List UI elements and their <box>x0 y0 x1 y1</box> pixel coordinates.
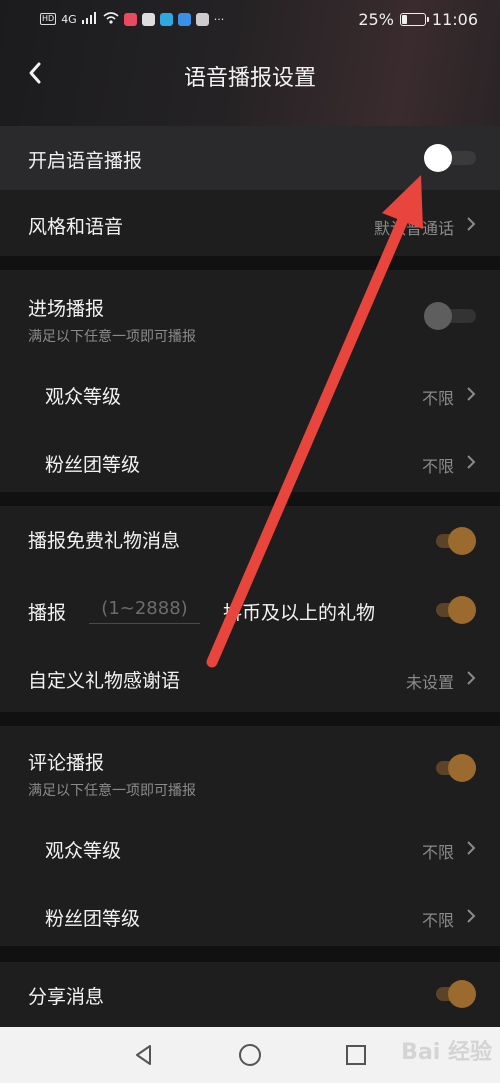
nav-back-button[interactable] <box>132 1043 156 1067</box>
chevron-right-icon <box>464 841 478 855</box>
baidu-jingyan-watermark: Bai 经验 <box>401 1040 492 1065</box>
app-notification-icon <box>123 12 137 26</box>
entry-audience-level-label: 观众等级 <box>45 386 122 408</box>
chevron-right-icon <box>464 909 478 923</box>
nav-recents-button[interactable] <box>344 1043 368 1067</box>
chevron-right-icon <box>464 387 478 401</box>
comment-fan-level-value: 不限 <box>421 911 454 930</box>
row-custom-thanks[interactable]: 自定义礼物感谢语 未设置 <box>0 646 500 712</box>
triangle-back-icon <box>136 1045 151 1065</box>
row-comment-audience-level[interactable]: 观众等级 不限 <box>0 816 500 878</box>
entry-fan-level-label: 粉丝团等级 <box>45 454 141 476</box>
clock: 11:06 <box>431 9 478 29</box>
top-bar: 语音播报设置 <box>0 52 500 96</box>
group-comment-broadcast: 评论播报 满足以下任意一项即可播报 观众等级 不限 粉丝团等级 不限 <box>0 726 500 946</box>
voice-broadcast-toggle[interactable] <box>424 142 476 174</box>
entry-audience-level-value: 不限 <box>421 389 454 408</box>
chevron-right-icon <box>464 455 478 469</box>
entry-broadcast-toggle[interactable] <box>424 300 476 332</box>
row-entry-audience-level[interactable]: 观众等级 不限 <box>0 362 500 424</box>
gift-threshold-suffix: 抖币及以上的礼物 <box>223 602 376 624</box>
row-gift-threshold: 播报 (1~2888) 抖币及以上的礼物 <box>0 574 500 642</box>
gift-threshold-toggle[interactable] <box>424 594 476 626</box>
network-label: 4G <box>61 12 77 26</box>
style-voice-label: 风格和语音 <box>28 216 124 238</box>
chevron-right-icon <box>464 217 478 231</box>
row-voice-broadcast: 开启语音播报 <box>0 126 500 190</box>
status-right: 25% 11:06 <box>358 10 478 29</box>
entry-broadcast-sublabel: 满足以下任意一项即可播报 <box>28 329 196 345</box>
gift-threshold-prefix: 播报 <box>28 602 67 624</box>
row-share-message: 分享消息 <box>0 962 500 1027</box>
free-gift-toggle[interactable] <box>424 525 476 557</box>
shield-icon <box>141 12 155 26</box>
square-recents-icon <box>346 1045 366 1065</box>
comment-broadcast-toggle[interactable] <box>424 752 476 784</box>
battery-percent: 25% <box>358 9 394 29</box>
battery-icon <box>399 12 429 26</box>
status-bar: HD 4G ··· 25% 11:06 <box>0 0 500 38</box>
entry-fan-level-value: 不限 <box>421 457 454 476</box>
status-left: HD 4G ··· <box>40 11 225 27</box>
comment-fan-level-label: 粉丝团等级 <box>45 908 141 930</box>
cloud-icon <box>177 12 191 26</box>
row-style-voice[interactable]: 风格和语音 默认普通话 <box>0 190 500 256</box>
free-gift-label: 播报免费礼物消息 <box>28 530 181 552</box>
nav-home-button[interactable] <box>238 1043 262 1067</box>
wifi-icon <box>103 11 119 27</box>
chevron-right-icon <box>464 671 478 685</box>
share-message-toggle[interactable] <box>424 978 476 1010</box>
comment-audience-level-label: 观众等级 <box>45 840 122 862</box>
custom-thanks-label: 自定义礼物感谢语 <box>28 670 181 692</box>
comment-broadcast-label: 评论播报 <box>28 752 105 774</box>
signal-icon <box>81 11 98 27</box>
circle-home-icon <box>239 1044 261 1066</box>
group-entry-broadcast: 进场播报 满足以下任意一项即可播报 观众等级 不限 粉丝团等级 不限 <box>0 270 500 492</box>
entry-broadcast-label: 进场播报 <box>28 298 105 320</box>
page-title: 语音播报设置 <box>183 66 316 91</box>
hand-icon <box>195 12 209 26</box>
comment-audience-level-value: 不限 <box>421 843 454 862</box>
voice-broadcast-label: 开启语音播报 <box>28 150 143 172</box>
share-message-label: 分享消息 <box>28 986 105 1008</box>
custom-thanks-value: 未设置 <box>405 673 454 692</box>
search-app-icon <box>159 12 173 26</box>
row-comment-fan-level[interactable]: 粉丝团等级 不限 <box>0 884 500 946</box>
style-voice-value: 默认普通话 <box>373 219 454 238</box>
row-free-gift: 播报免费礼物消息 <box>0 506 500 574</box>
hd-badge: HD <box>40 13 57 25</box>
row-entry-fan-level[interactable]: 粉丝团等级 不限 <box>0 430 500 492</box>
comment-broadcast-sublabel: 满足以下任意一项即可播报 <box>28 783 196 799</box>
group-gift-broadcast: 播报免费礼物消息 播报 (1~2888) 抖币及以上的礼物 自定义礼物感谢语 未… <box>0 506 500 712</box>
gift-threshold-input[interactable]: (1~2888) <box>89 598 200 624</box>
more-dots: ··· <box>213 12 225 26</box>
